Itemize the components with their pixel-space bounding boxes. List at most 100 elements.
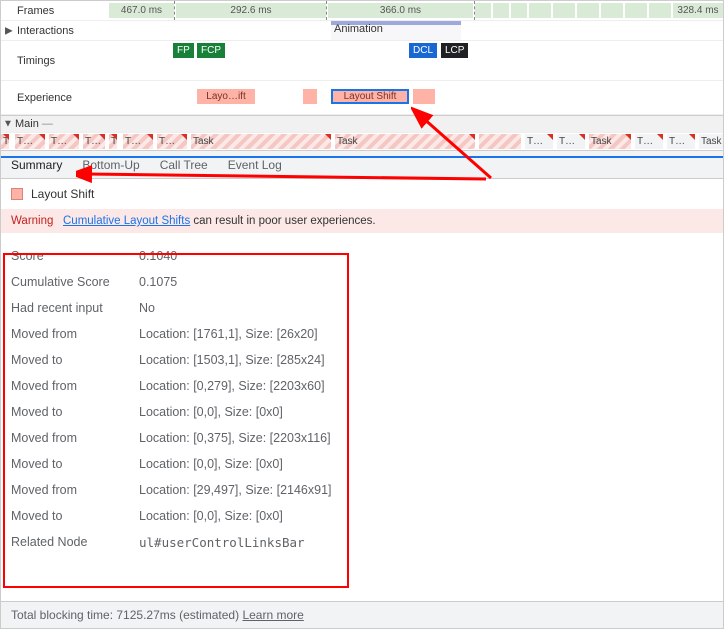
animation-label: Animation [334, 23, 383, 35]
warning-tail: can result in poor user experiences. [190, 215, 375, 227]
layout-shift-block[interactable]: Layout Shift [331, 89, 409, 104]
detail-row: Had recent input No [11, 295, 713, 321]
tab-eventlog[interactable]: Event Log [228, 158, 282, 172]
frame-block[interactable] [529, 3, 551, 18]
detail-key: Moved to [11, 405, 127, 419]
detail-row: Moved fromLocation: [0,279], Size: [2203… [11, 373, 713, 399]
detail-row: Moved to Location: [0,0], Size: [0x0] [11, 399, 713, 425]
task-block[interactable]: T… [49, 134, 79, 149]
frames-label: Frames [1, 5, 109, 17]
timing-badge-dcl[interactable]: DCL [409, 43, 437, 58]
detail-row: Moved toLocation: [1503,1], Size: [285x2… [11, 347, 713, 373]
frame-separator [174, 1, 175, 20]
detail-key: Moved from [11, 327, 127, 341]
layout-shift-swatch [11, 188, 23, 200]
task-block[interactable] [479, 134, 521, 149]
frame-block[interactable] [577, 3, 599, 18]
experience-track: Layo…ift Layout Shift [109, 81, 723, 114]
task-block[interactable]: T… [83, 134, 105, 149]
summary-title: Layout Shift [31, 187, 94, 201]
task-block[interactable]: T… [123, 134, 153, 149]
task-block[interactable]: T… [157, 134, 187, 149]
detail-value: Location: [1503,1], Size: [285x24] [139, 353, 325, 367]
layout-shift-block[interactable] [413, 89, 435, 104]
timing-badge-fp[interactable]: FP [173, 43, 194, 58]
tab-calltree[interactable]: Call Tree [160, 158, 208, 172]
frame-block[interactable] [511, 3, 527, 18]
frame-block[interactable] [601, 3, 623, 18]
interactions-row: ▶ Interactions Animation [1, 21, 723, 41]
main-row: ▼ Main — [1, 115, 723, 133]
frames-track[interactable]: 467.0 ms292.6 ms366.0 ms 328.4 ms [109, 1, 723, 20]
detail-row-related-node: Related Node ul#userControlLinksBar [11, 529, 713, 556]
frame-block[interactable]: 366.0 ms [328, 3, 473, 18]
interactions-caret[interactable]: ▶ [5, 25, 13, 36]
detail-key: Moved to [11, 457, 127, 471]
frame-block[interactable]: 467.0 ms [109, 3, 174, 18]
interactions-label: Interactions [1, 25, 109, 37]
task-block[interactable]: Task [699, 134, 723, 149]
warning-prefix: Warning [11, 215, 53, 227]
timeline-selection-line [1, 156, 723, 158]
frame-block[interactable]: 292.6 ms [176, 3, 326, 18]
detail-value: 0.1040 [139, 249, 177, 263]
experience-label: Experience [1, 92, 109, 104]
detail-row: Cumulative Score 0.1075 [11, 269, 713, 295]
tab-bottomup[interactable]: Bottom-Up [82, 158, 139, 172]
detail-key: Moved from [11, 431, 127, 445]
task-block[interactable]: Task [191, 134, 331, 149]
frame-block[interactable] [475, 3, 491, 18]
detail-row: Moved toLocation: [0,0], Size: [0x0] [11, 451, 713, 477]
summary-header: Layout Shift [1, 179, 723, 209]
footer-bar: Total blocking time: 7125.27ms (estimate… [1, 601, 723, 628]
timing-badge-lcp[interactable]: LCP [441, 43, 468, 58]
detail-key: Cumulative Score [11, 275, 127, 289]
task-block[interactable]: Task [589, 134, 631, 149]
detail-value: Location: [0,375], Size: [2203x116] [139, 431, 331, 445]
detail-value: Location: [0,0], Size: [0x0] [139, 405, 283, 419]
frame-block[interactable] [493, 3, 509, 18]
detail-row: Moved from Location: [29,497], Size: [214… [11, 477, 713, 503]
frame-block[interactable] [625, 3, 647, 18]
task-block[interactable]: T… [109, 134, 117, 149]
task-block[interactable]: T… [557, 134, 585, 149]
task-block[interactable]: T… [667, 134, 695, 149]
task-block[interactable]: T… [525, 134, 553, 149]
learn-more-link[interactable]: Learn more [242, 608, 303, 622]
detail-row: Score 0.1040 [11, 243, 713, 269]
detail-row: Moved from Location: [1761,1], Size: [26x… [11, 321, 713, 347]
tasks-row[interactable]: T… T… T… Task Task T… T… Task T… T… Task T… T… T… T… [1, 133, 723, 151]
layout-shift-block[interactable]: Layo…ift [197, 89, 255, 104]
detail-key: Moved to [11, 509, 127, 523]
related-node-value[interactable]: ul#userControlLinksBar [139, 535, 305, 550]
detail-key: Related Node [11, 535, 127, 550]
frame-separator [474, 1, 475, 20]
task-block[interactable]: T… [1, 134, 9, 149]
detail-value: Location: [1761,1], Size: [26x20] [139, 327, 318, 341]
summary-details: Score 0.1040 Cumulative Score 0.1075 Had rec… [1, 233, 723, 566]
detail-row: Moved to Location: [0,0], Size: [0x0] [11, 503, 713, 529]
layout-shift-block[interactable] [303, 89, 317, 104]
blocking-time-text: Total blocking time: 7125.27ms (estimate… [11, 608, 239, 622]
frame-block[interactable] [553, 3, 575, 18]
detail-value: No [139, 301, 155, 315]
detail-key: Score [11, 249, 127, 263]
main-track-spacer [109, 116, 723, 132]
detail-value: Location: [29,497], Size: [2146x91] [139, 483, 332, 497]
task-block[interactable]: T… [635, 134, 663, 149]
cumulative-layout-shifts-link[interactable]: Cumulative Layout Shifts [63, 215, 190, 227]
tab-summary[interactable]: Summary [11, 158, 62, 172]
task-block[interactable]: Task [335, 134, 475, 149]
main-caret[interactable]: ▼ [3, 119, 13, 130]
interactions-track: Animation [109, 21, 723, 40]
experience-row: Experience Layo…ift Layout Shift [1, 81, 723, 115]
task-block[interactable]: T… [15, 134, 45, 149]
detail-value: Location: [0,0], Size: [0x0] [139, 509, 283, 523]
detail-key: Moved from [11, 483, 127, 497]
detail-value: 0.1075 [139, 275, 177, 289]
frame-block[interactable]: 328.4 ms [673, 3, 723, 18]
detail-key: Had recent input [11, 301, 127, 315]
detail-key: Moved from [11, 379, 127, 393]
timing-badge-fcp[interactable]: FCP [197, 43, 225, 58]
frame-block[interactable] [649, 3, 671, 18]
